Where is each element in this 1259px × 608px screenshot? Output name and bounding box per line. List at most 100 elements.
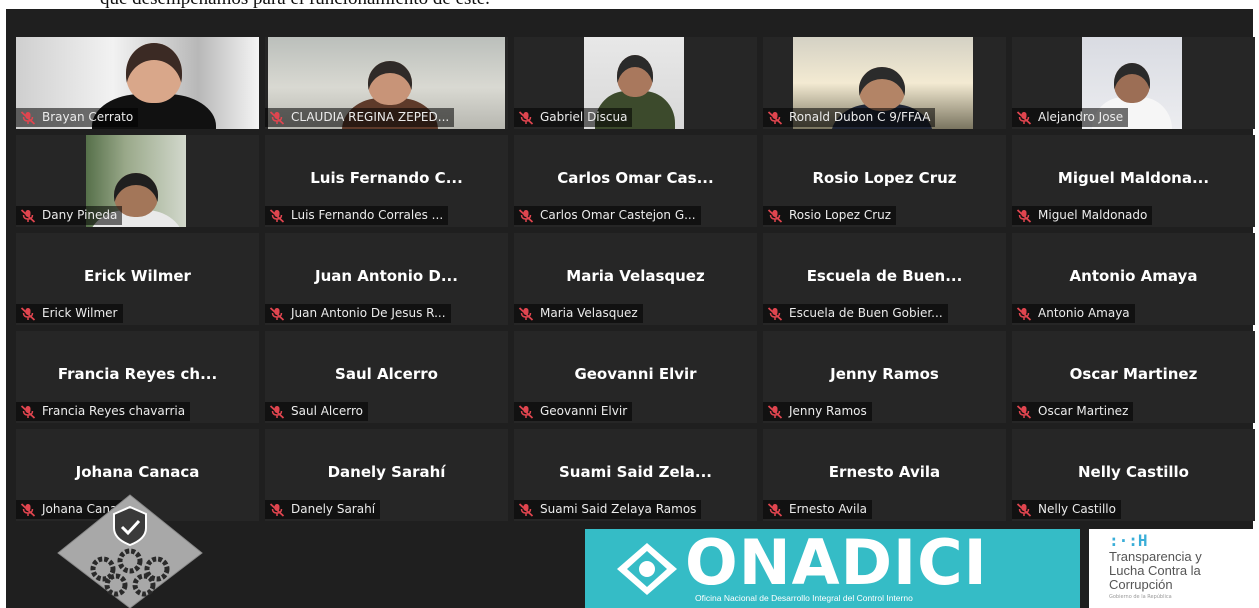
participant-display-name: Saul Alcerro: [335, 365, 438, 383]
mic-muted-icon: [20, 404, 36, 419]
participant-display-name: Antonio Amaya: [1069, 267, 1198, 285]
participant-name-label: Jenny Ramos: [789, 404, 867, 418]
mic-muted-icon: [518, 502, 534, 517]
participant-name-label: Saul Alcerro: [291, 404, 363, 418]
mic-muted-icon: [20, 306, 36, 321]
participant-name-label: Oscar Martinez: [1038, 404, 1129, 418]
participant-tile[interactable]: CLAUDIA REGINA ZEPED...: [265, 37, 508, 129]
mic-muted-icon: [767, 306, 783, 321]
participant-tile[interactable]: Miguel Maldona... Miguel Maldonado: [1012, 135, 1255, 227]
mic-muted-icon: [767, 502, 783, 517]
participant-name-label: Escuela de Buen Gobier...: [789, 306, 943, 320]
participant-name-label: Maria Velasquez: [540, 306, 638, 320]
mic-muted-icon: [269, 110, 285, 125]
participant-tile[interactable]: Carlos Omar Cas... Carlos Omar Castejon G…: [514, 135, 757, 227]
participant-tile[interactable]: Jenny Ramos Jenny Ramos: [763, 331, 1006, 423]
mic-muted-icon: [20, 110, 36, 125]
participant-tile[interactable]: Maria Velasquez Maria Velasquez: [514, 233, 757, 325]
mic-muted-icon: [767, 208, 783, 223]
participant-tile[interactable]: Nelly Castillo Nelly Castillo: [1012, 429, 1255, 521]
transparency-mark: :·:H: [1109, 531, 1148, 550]
participant-name-tag: Luis Fernando Corrales ...: [265, 206, 449, 225]
participant-tile[interactable]: Geovanni Elvir Geovanni Elvir: [514, 331, 757, 423]
mic-muted-icon: [518, 208, 534, 223]
mic-muted-icon: [20, 502, 36, 517]
participant-name-tag: Ernesto Avila: [763, 500, 873, 519]
participant-tile[interactable]: Escuela de Buen... Escuela de Buen Gobier…: [763, 233, 1006, 325]
participant-name-tag: Brayan Cerrato: [16, 108, 139, 127]
participant-display-name: Ernesto Avila: [828, 463, 941, 481]
onadici-subtitle: Oficina Nacional de Desarrollo Integral …: [695, 593, 913, 603]
participant-tile[interactable]: Juan Antonio D... Juan Antonio De Jesus R…: [265, 233, 508, 325]
participant-tile[interactable]: Ernesto Avila Ernesto Avila: [763, 429, 1006, 521]
mic-muted-icon: [269, 208, 285, 223]
participant-name-label: Juan Antonio De Jesus R...: [291, 306, 446, 320]
mic-muted-icon: [269, 306, 285, 321]
participant-name-tag: Danely Sarahí: [265, 500, 381, 519]
participant-tile[interactable]: Antonio Amaya Antonio Amaya: [1012, 233, 1255, 325]
mic-muted-icon: [269, 404, 285, 419]
participant-tile[interactable]: Alejandro Jose: [1012, 37, 1255, 129]
participant-name-label: Alejandro Jose: [1038, 110, 1124, 124]
participant-display-name: Danely Sarahí: [327, 463, 446, 481]
transparency-logo: :·:H Transparencia y Lucha Contra la Cor…: [1089, 529, 1259, 608]
participant-tile[interactable]: Ronald Dubon C 9/FFAA: [763, 37, 1006, 129]
participant-tile[interactable]: Danely Sarahí Danely Sarahí: [265, 429, 508, 521]
participant-name-label: Brayan Cerrato: [42, 110, 134, 124]
participant-name-label: CLAUDIA REGINA ZEPED...: [291, 110, 450, 124]
transparency-line-3: Corrupción: [1109, 577, 1173, 592]
participant-display-name: Escuela de Buen...: [806, 267, 963, 285]
participant-name-tag: Suami Said Zelaya Ramos: [514, 500, 702, 519]
participant-name-label: Ernesto Avila: [789, 502, 868, 516]
mic-muted-icon: [518, 110, 534, 125]
participant-name-tag: Dany Pineda: [16, 206, 123, 225]
participant-name-label: Nelly Castillo: [1038, 502, 1116, 516]
participant-tile[interactable]: Saul Alcerro Saul Alcerro: [265, 331, 508, 423]
participant-name-tag: Saul Alcerro: [265, 402, 368, 421]
participant-name-tag: Rosio Lopez Cruz: [763, 206, 897, 225]
participant-name-label: Geovanni Elvir: [540, 404, 628, 418]
participant-tile[interactable]: Suami Said Zela... Suami Said Zelaya Ramo…: [514, 429, 757, 521]
transparency-line-1: Transparencia y: [1109, 549, 1202, 564]
participant-name-tag: Nelly Castillo: [1012, 500, 1121, 519]
participant-name-tag: Jenny Ramos: [763, 402, 872, 421]
participant-name-tag: Juan Antonio De Jesus R...: [265, 304, 451, 323]
mic-muted-icon: [20, 208, 36, 223]
participant-display-name: Maria Velasquez: [566, 267, 705, 285]
participant-tile[interactable]: Gabriel Discua: [514, 37, 757, 129]
participant-tile[interactable]: Dany Pineda: [16, 135, 259, 227]
participant-tile[interactable]: Rosio Lopez Cruz Rosio Lopez Cruz: [763, 135, 1006, 227]
transparency-line-2: Lucha Contra la: [1109, 563, 1201, 578]
participant-display-name: Francia Reyes ch...: [57, 365, 218, 383]
mic-muted-icon: [767, 404, 783, 419]
transparency-small-text: Gobierno de la República: [1109, 594, 1172, 600]
mic-muted-icon: [1016, 306, 1032, 321]
participant-name-label: Rosio Lopez Cruz: [789, 208, 892, 222]
participant-name-tag: Ronald Dubon C 9/FFAA: [763, 108, 936, 127]
transparency-text: Transparencia y Lucha Contra la Corrupci…: [1109, 550, 1202, 592]
participant-tile[interactable]: Oscar Martinez Oscar Martinez: [1012, 331, 1255, 423]
participant-name-label: Miguel Maldonado: [1038, 208, 1148, 222]
participant-tile[interactable]: Brayan Cerrato: [16, 37, 259, 129]
participant-display-name: Rosio Lopez Cruz: [812, 169, 957, 187]
participant-name-tag: Oscar Martinez: [1012, 402, 1134, 421]
participant-name-tag: Gabriel Discua: [514, 108, 633, 127]
participant-tile[interactable]: Francia Reyes ch... Francia Reyes chavarr…: [16, 331, 259, 423]
participant-name-label: Antonio Amaya: [1038, 306, 1130, 320]
participant-name-tag: Miguel Maldonado: [1012, 206, 1153, 225]
participant-name-label: Francia Reyes chavarria: [42, 404, 186, 418]
participant-tile[interactable]: Luis Fernando C... Luis Fernando Corrales…: [265, 135, 508, 227]
participant-name-tag: Francia Reyes chavarria: [16, 402, 191, 421]
mic-muted-icon: [1016, 404, 1032, 419]
participant-display-name: Carlos Omar Cas...: [557, 169, 714, 187]
participant-name-label: Danely Sarahí: [291, 502, 376, 516]
participant-display-name: Geovanni Elvir: [574, 365, 697, 383]
participant-name-tag: Alejandro Jose: [1012, 108, 1129, 127]
participant-tile[interactable]: Erick Wilmer Erick Wilmer: [16, 233, 259, 325]
participant-name-tag: Antonio Amaya: [1012, 304, 1135, 323]
mic-muted-icon: [269, 502, 285, 517]
participant-name-label: Carlos Omar Castejon G...: [540, 208, 696, 222]
mic-muted-icon: [1016, 502, 1032, 517]
onadici-banner: ONADICI Oficina Nacional de Desarrollo I…: [585, 529, 1080, 608]
gears-shield-logo: [57, 494, 203, 608]
